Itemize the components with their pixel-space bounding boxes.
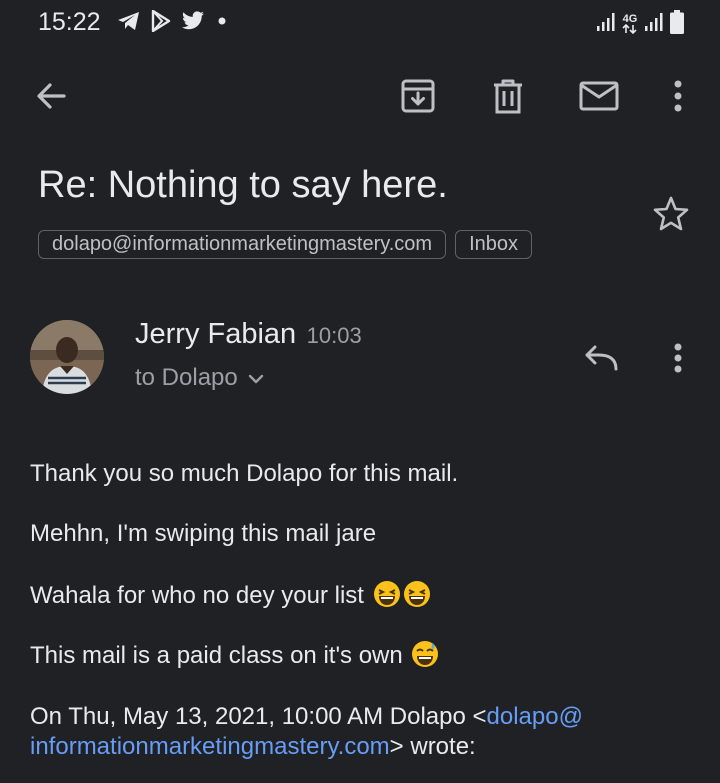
quote-prefix: On Thu, May 13, 2021, 10:00 AM Dolapo < (30, 703, 487, 730)
more-vert-icon[interactable] (652, 70, 704, 122)
signal-icon (644, 12, 664, 37)
more-vert-icon[interactable] (652, 332, 704, 384)
avatar[interactable] (30, 320, 104, 394)
laughing-emoji-icon (403, 580, 431, 615)
recipient-label: to Dolapo (135, 364, 238, 391)
body-line-text: Wahala for who no dey your list (30, 582, 364, 609)
telegram-icon (117, 10, 141, 37)
star-icon[interactable] (652, 195, 690, 238)
status-left-icons (117, 9, 229, 37)
recipient-toggle[interactable]: to Dolapo (135, 364, 264, 392)
body-line: Thank you so much Dolapo for this mail. (30, 460, 459, 487)
play-store-icon (151, 9, 171, 37)
status-bar: 15:22 4G (0, 0, 720, 48)
toolbar (0, 60, 720, 132)
body-line: Mehhn, I'm swiping this mail jare (30, 520, 377, 547)
signal-icon (596, 12, 616, 37)
network-4g-icon: 4G (622, 13, 638, 36)
quote-suffix: > wrote: (389, 733, 476, 760)
quoted-header: On Thu, May 13, 2021, 10:00 AM Dolapo <d… (30, 702, 680, 762)
label-chip-address[interactable]: dolapo@informationmarketingmastery.com (38, 230, 447, 259)
sender-name[interactable]: Jerry Fabian (135, 318, 296, 350)
body-line: This mail is a paid class on it's own (30, 640, 690, 675)
trash-icon[interactable] (482, 70, 534, 122)
archive-icon[interactable] (392, 70, 444, 122)
sender-line: Jerry Fabian 10:03 (135, 318, 362, 351)
label-chip-inbox[interactable]: Inbox (455, 230, 533, 259)
laughing-emoji-icon (373, 580, 401, 615)
battery-icon (670, 10, 684, 39)
reply-icon[interactable] (575, 332, 627, 384)
status-time: 15:22 (38, 8, 101, 36)
body-line-text: This mail is a paid class on it's own (30, 642, 403, 669)
email-time: 10:03 (306, 323, 362, 348)
body-line: Wahala for who no dey your list (30, 580, 690, 615)
notification-dot-icon (215, 14, 229, 33)
back-arrow-icon[interactable] (25, 70, 77, 122)
mark-unread-icon[interactable] (573, 70, 625, 122)
sweat-smile-emoji-icon (411, 640, 439, 675)
label-chips: dolapo@informationmarketingmastery.com I… (38, 230, 533, 259)
email-subject: Re: Nothing to say here. (38, 164, 448, 206)
chevron-down-icon (248, 364, 264, 392)
twitter-icon (181, 10, 205, 36)
status-right-icons: 4G (596, 10, 684, 39)
